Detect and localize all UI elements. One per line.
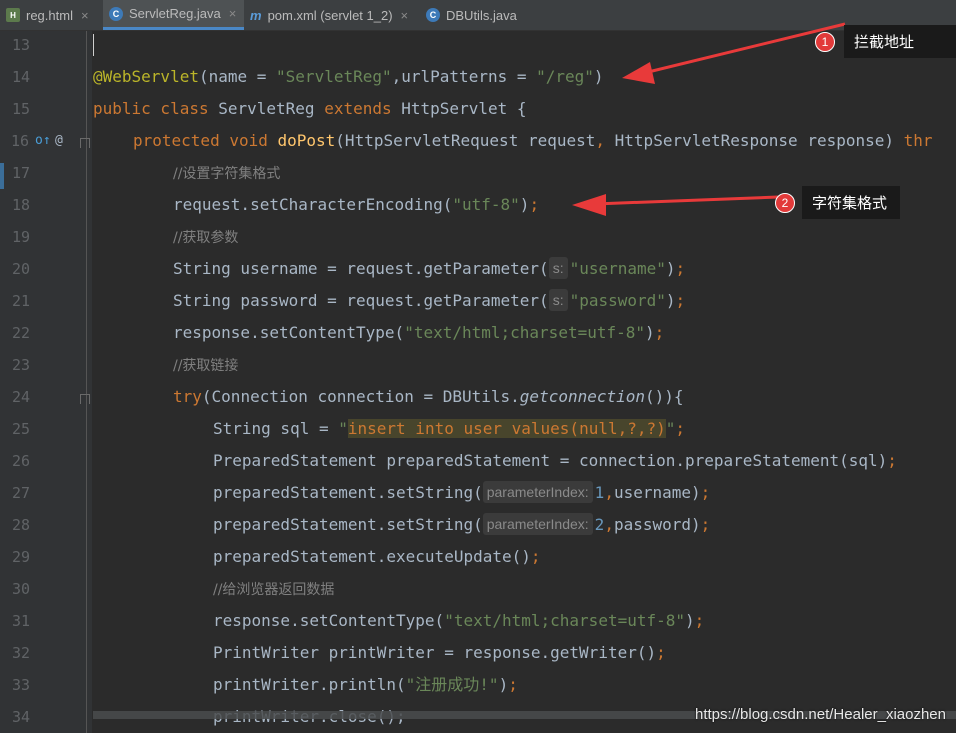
line-number: 34	[11, 708, 30, 726]
code-line-23: //获取链接	[173, 358, 239, 374]
line-number: 15	[11, 100, 30, 118]
line-number: 27	[11, 484, 30, 502]
line-number: 23	[11, 356, 30, 374]
code-line-33: printWriter.println("注册成功!");	[213, 675, 518, 694]
code-line-20: String username = request.getParameter(s…	[173, 257, 686, 279]
html-file-icon: H	[6, 8, 20, 22]
line-number: 22	[11, 324, 30, 342]
code-line-19: //获取参数	[173, 230, 239, 246]
close-icon[interactable]: ×	[229, 6, 237, 21]
line-number: 17	[11, 164, 30, 182]
parameter-hint: s:	[548, 289, 568, 311]
code-line-27: preparedStatement.setString(parameterInd…	[213, 481, 711, 503]
line-number: 20	[11, 260, 30, 278]
code-line-29: preparedStatement.executeUpdate();	[213, 547, 541, 566]
line-number: 25	[11, 420, 30, 438]
annotation-callout-1: 拦截地址	[844, 25, 956, 58]
code-line-28: preparedStatement.setString(parameterInd…	[213, 513, 711, 535]
line-number: 19	[11, 228, 30, 246]
maven-icon: m	[250, 7, 262, 23]
close-icon[interactable]: ×	[401, 8, 409, 23]
code-line-30: //给浏览器返回数据	[213, 582, 335, 598]
tab-label: reg.html	[26, 7, 73, 23]
line-number: 31	[11, 612, 30, 630]
fold-icon[interactable]	[80, 138, 90, 148]
parameter-hint: parameterIndex:	[482, 481, 593, 503]
annotation-callout-2: 字符集格式	[802, 186, 900, 219]
editor-tab-bar: H reg.html × C ServletReg.java × m pom.x…	[0, 0, 956, 31]
tab-label: DBUtils.java	[446, 7, 517, 23]
code-editor[interactable]: @WebServlet(name = "ServletReg",urlPatte…	[93, 31, 956, 733]
code-line-16: protected void doPost(HttpServletRequest…	[133, 131, 933, 150]
line-number: 14	[11, 68, 30, 86]
text-caret	[93, 34, 94, 56]
java-class-icon: C	[426, 8, 440, 22]
annotation-badge-1: 1	[815, 32, 835, 52]
code-line-26: PreparedStatement preparedStatement = co…	[213, 451, 897, 470]
code-line-18: request.setCharacterEncoding("utf-8");	[173, 195, 540, 214]
line-number: 13	[11, 36, 30, 54]
line-number: 30	[11, 580, 30, 598]
fold-icon[interactable]	[80, 394, 90, 404]
code-line-22: response.setContentType("text/html;chars…	[173, 323, 665, 342]
code-line-21: String password = request.getParameter(s…	[173, 289, 686, 311]
line-number: 21	[11, 292, 30, 310]
code-line-15: public class ServletReg extends HttpServ…	[93, 99, 527, 118]
code-line-25: String sql = "insert into user values(nu…	[213, 419, 686, 438]
code-line-31: response.setContentType("text/html;chars…	[213, 611, 705, 630]
close-icon[interactable]: ×	[81, 8, 89, 23]
tab-reg-html[interactable]: H reg.html ×	[0, 0, 103, 30]
line-number: 29	[11, 548, 30, 566]
annotation-badge-2: 2	[775, 193, 795, 213]
code-line-32: PrintWriter printWriter = response.getWr…	[213, 643, 666, 662]
line-number: 28	[11, 516, 30, 534]
sql-injection-highlight: insert into user values(null,?,?)	[347, 419, 666, 438]
line-number: 26	[11, 452, 30, 470]
override-icon[interactable]: o↑	[35, 125, 51, 157]
line-number: 33	[11, 676, 30, 694]
tab-label: ServletReg.java	[129, 6, 221, 21]
parameter-hint: parameterIndex:	[482, 513, 593, 535]
java-class-icon: C	[109, 6, 123, 21]
line-number: 16	[10, 132, 29, 150]
tab-servletreg-java[interactable]: C ServletReg.java ×	[103, 0, 244, 30]
tab-label: pom.xml (servlet 1_2)	[267, 7, 393, 23]
code-line-17: //设置字符集格式	[173, 166, 281, 182]
parameter-hint: s:	[548, 257, 568, 279]
line-number: 18	[11, 196, 30, 214]
annotation-icon[interactable]: @	[55, 125, 63, 157]
tab-pom-xml[interactable]: m pom.xml (servlet 1_2) ×	[244, 0, 420, 30]
code-line-24: try(Connection connection = DBUtils.getc…	[173, 387, 684, 406]
code-line-14: @WebServlet(name = "ServletReg",urlPatte…	[93, 67, 604, 86]
line-number: 32	[11, 644, 30, 662]
watermark: https://blog.csdn.net/Healer_xiaozhen	[695, 706, 946, 723]
gutter-divider	[86, 31, 87, 733]
tab-dbutils-java[interactable]: C DBUtils.java	[420, 0, 540, 30]
line-number: 24	[11, 388, 30, 406]
